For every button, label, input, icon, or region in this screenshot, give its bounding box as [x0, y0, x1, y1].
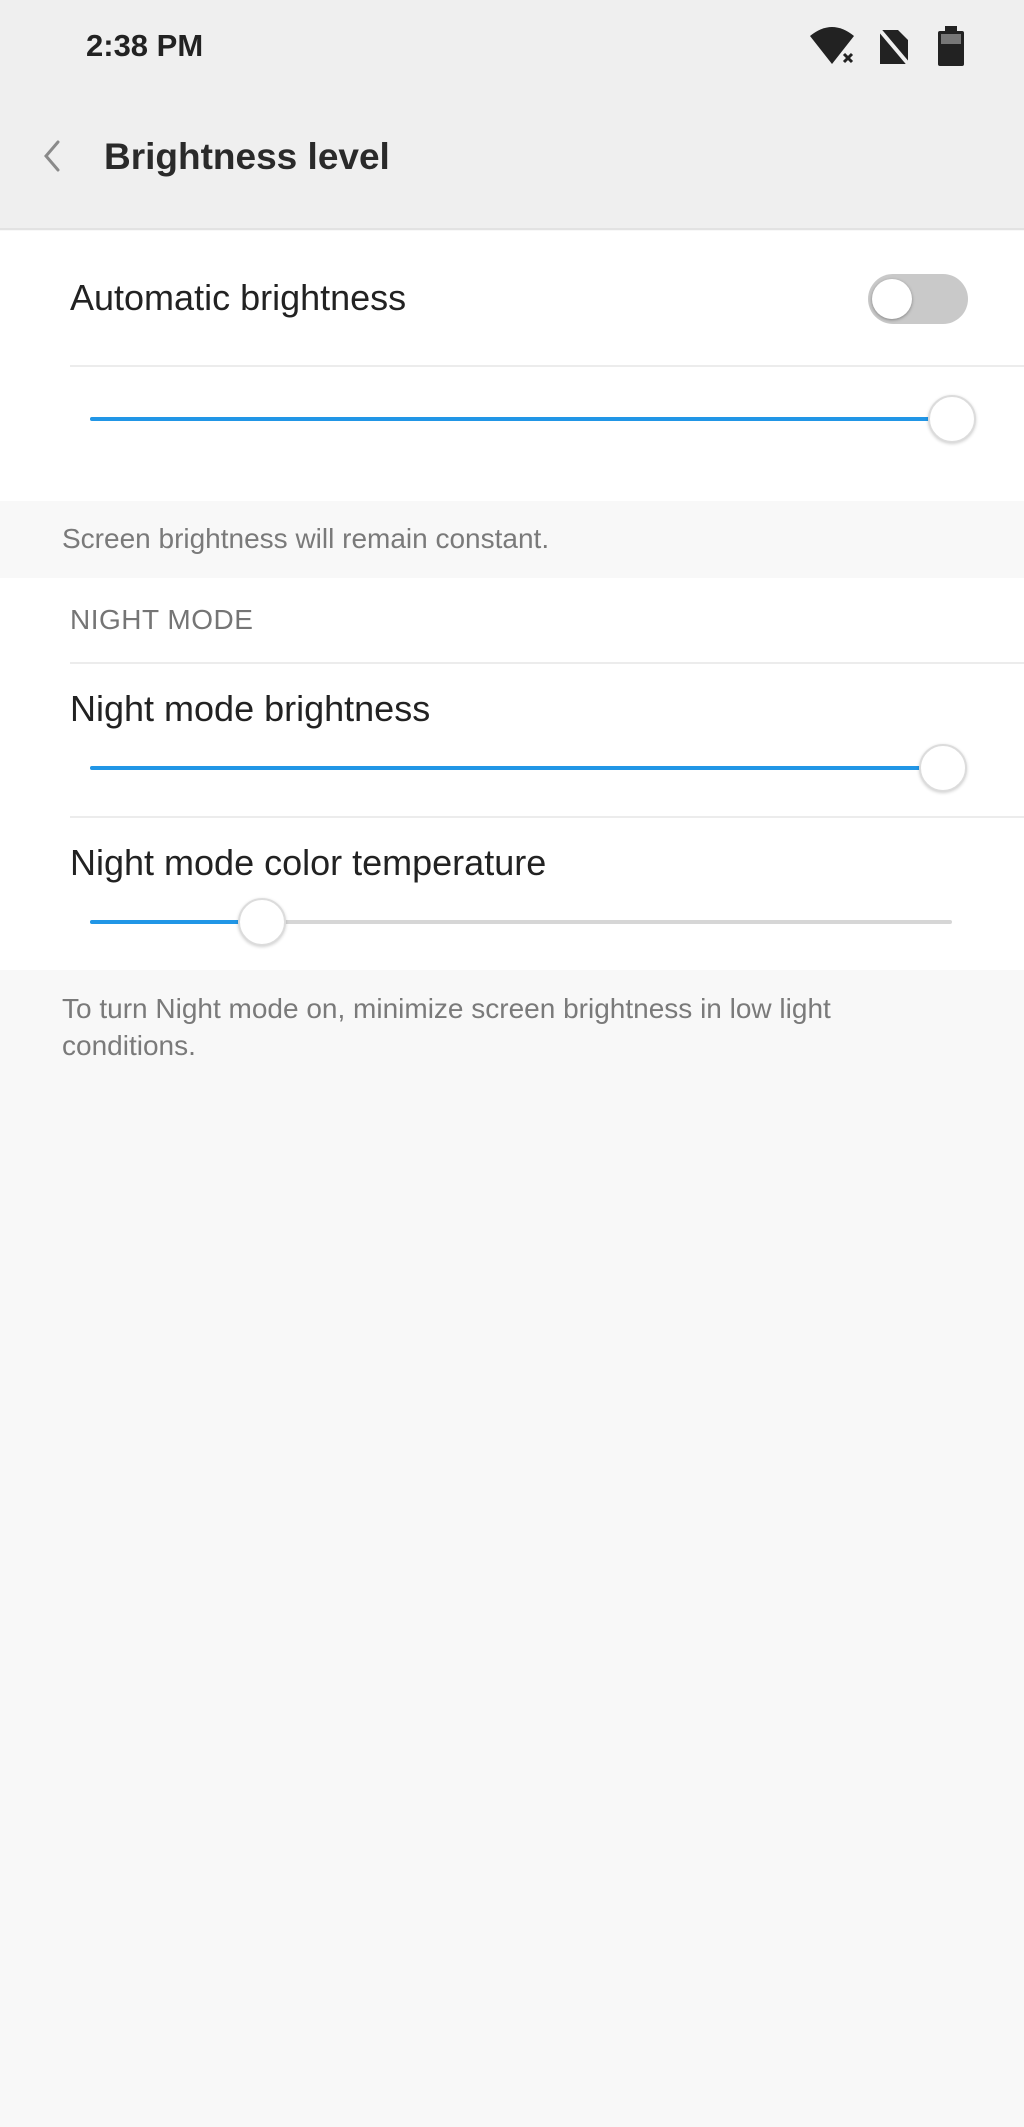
brightness-note: Screen brightness will remain constant. — [62, 523, 550, 554]
toggle-knob — [872, 279, 912, 319]
slider-thumb[interactable] — [928, 395, 976, 443]
brightness-card: Automatic brightness — [0, 231, 1024, 501]
automatic-brightness-label: Automatic brightness — [70, 277, 407, 318]
night-mode-brightness-label: Night mode brightness — [70, 688, 431, 729]
night-mode-note: To turn Night mode on, minimize screen b… — [62, 993, 831, 1061]
brightness-slider[interactable] — [90, 391, 976, 447]
back-button[interactable] — [26, 128, 82, 184]
night-mode-color-temperature-label: Night mode color temperature — [70, 842, 547, 883]
slider-fill — [90, 417, 952, 421]
night-mode-section-header: NIGHT MODE — [70, 604, 254, 635]
status-time: 2:38 PM — [86, 28, 204, 63]
divider — [70, 662, 1024, 664]
slider-thumb[interactable] — [919, 744, 968, 792]
page-title: Brightness level — [104, 136, 390, 177]
battery-icon — [938, 26, 964, 66]
wifi-icon — [810, 27, 854, 64]
slider-fill — [90, 920, 263, 924]
no-sim-icon — [876, 26, 912, 68]
divider — [70, 816, 1024, 818]
night-mode-brightness-slider[interactable] — [90, 740, 968, 796]
night-mode-color-temperature-slider[interactable] — [90, 894, 952, 950]
divider — [70, 365, 1024, 367]
automatic-brightness-toggle[interactable] — [868, 274, 968, 324]
app-bar: Brightness level — [0, 92, 1024, 230]
night-mode-card: Night mode brightness Night mode color t… — [0, 578, 1024, 970]
chevron-left-icon — [44, 140, 60, 172]
slider-fill — [90, 766, 944, 770]
slider-thumb[interactable] — [238, 898, 287, 946]
status-bar: 2:38 PM — [0, 0, 1024, 92]
